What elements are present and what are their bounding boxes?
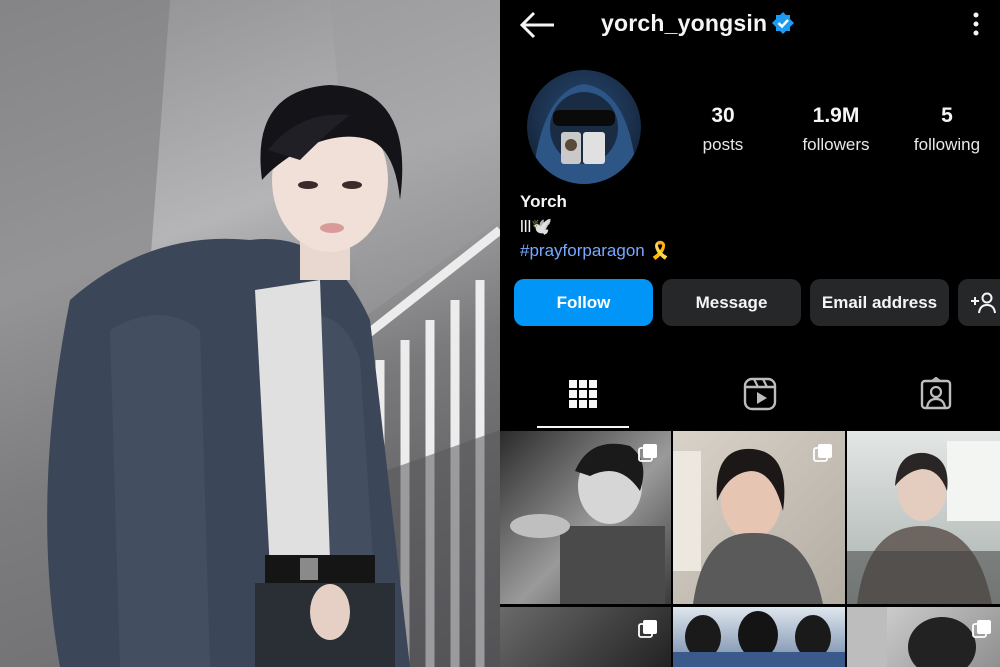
- profile-bio: lll🕊️: [520, 217, 553, 236]
- multiple-posts-icon: [972, 620, 991, 638]
- add-person-icon: [971, 292, 996, 313]
- add-person-button[interactable]: [958, 279, 1000, 326]
- grid-icon: [569, 380, 597, 408]
- profile-tabs: [500, 362, 1000, 428]
- more-options-icon[interactable]: [966, 10, 986, 38]
- multiple-posts-icon: [638, 444, 657, 462]
- profile-username: yorch_yongsin: [601, 10, 768, 36]
- posts-label: posts: [702, 135, 744, 154]
- post-thumbnail[interactable]: [847, 607, 1000, 667]
- post-thumbnail[interactable]: [673, 607, 845, 667]
- post-thumbnail[interactable]: [500, 607, 671, 667]
- multiple-posts-icon: [813, 444, 832, 462]
- posts-value: 30: [711, 104, 735, 127]
- top-bar: yorch_yongsin: [500, 0, 1000, 50]
- followers-label: followers: [802, 135, 870, 154]
- following-count[interactable]: 5 following: [892, 104, 1000, 155]
- posts-count[interactable]: 30 posts: [668, 104, 778, 155]
- post-thumbnail[interactable]: [673, 431, 845, 604]
- multiple-posts-icon: [638, 620, 657, 638]
- avatar-image: [535, 84, 635, 184]
- avatar[interactable]: [527, 70, 641, 184]
- bio-hashtag-link[interactable]: #prayforparagon 🎗️: [520, 241, 671, 261]
- followers-count[interactable]: 1.9M followers: [781, 104, 891, 155]
- following-value: 5: [941, 104, 953, 127]
- posts-grid: [500, 431, 1000, 667]
- followers-value: 1.9M: [812, 104, 860, 127]
- post-image: [673, 611, 845, 667]
- email-address-button[interactable]: Email address: [810, 279, 949, 326]
- back-arrow-icon[interactable]: [518, 8, 558, 42]
- follow-button[interactable]: Follow: [514, 279, 653, 326]
- following-label: following: [913, 135, 981, 154]
- profile-photo: [0, 0, 500, 667]
- reels-icon: [743, 377, 777, 411]
- post-image: [847, 441, 1000, 604]
- tab-reels[interactable]: [714, 362, 806, 426]
- tagged-icon: [920, 377, 952, 410]
- instagram-profile-panel: yorch_yongsin 30 posts 1.9M followers 5 …: [500, 0, 1000, 667]
- post-thumbnail[interactable]: [500, 431, 671, 604]
- message-button[interactable]: Message: [662, 279, 801, 326]
- portrait-image: [0, 0, 500, 667]
- verified-badge-icon: [772, 12, 794, 34]
- tab-posts-grid[interactable]: [537, 362, 629, 428]
- tab-tagged[interactable]: [890, 362, 982, 426]
- post-thumbnail[interactable]: [847, 431, 1000, 604]
- profile-name: Yorch: [520, 192, 567, 211]
